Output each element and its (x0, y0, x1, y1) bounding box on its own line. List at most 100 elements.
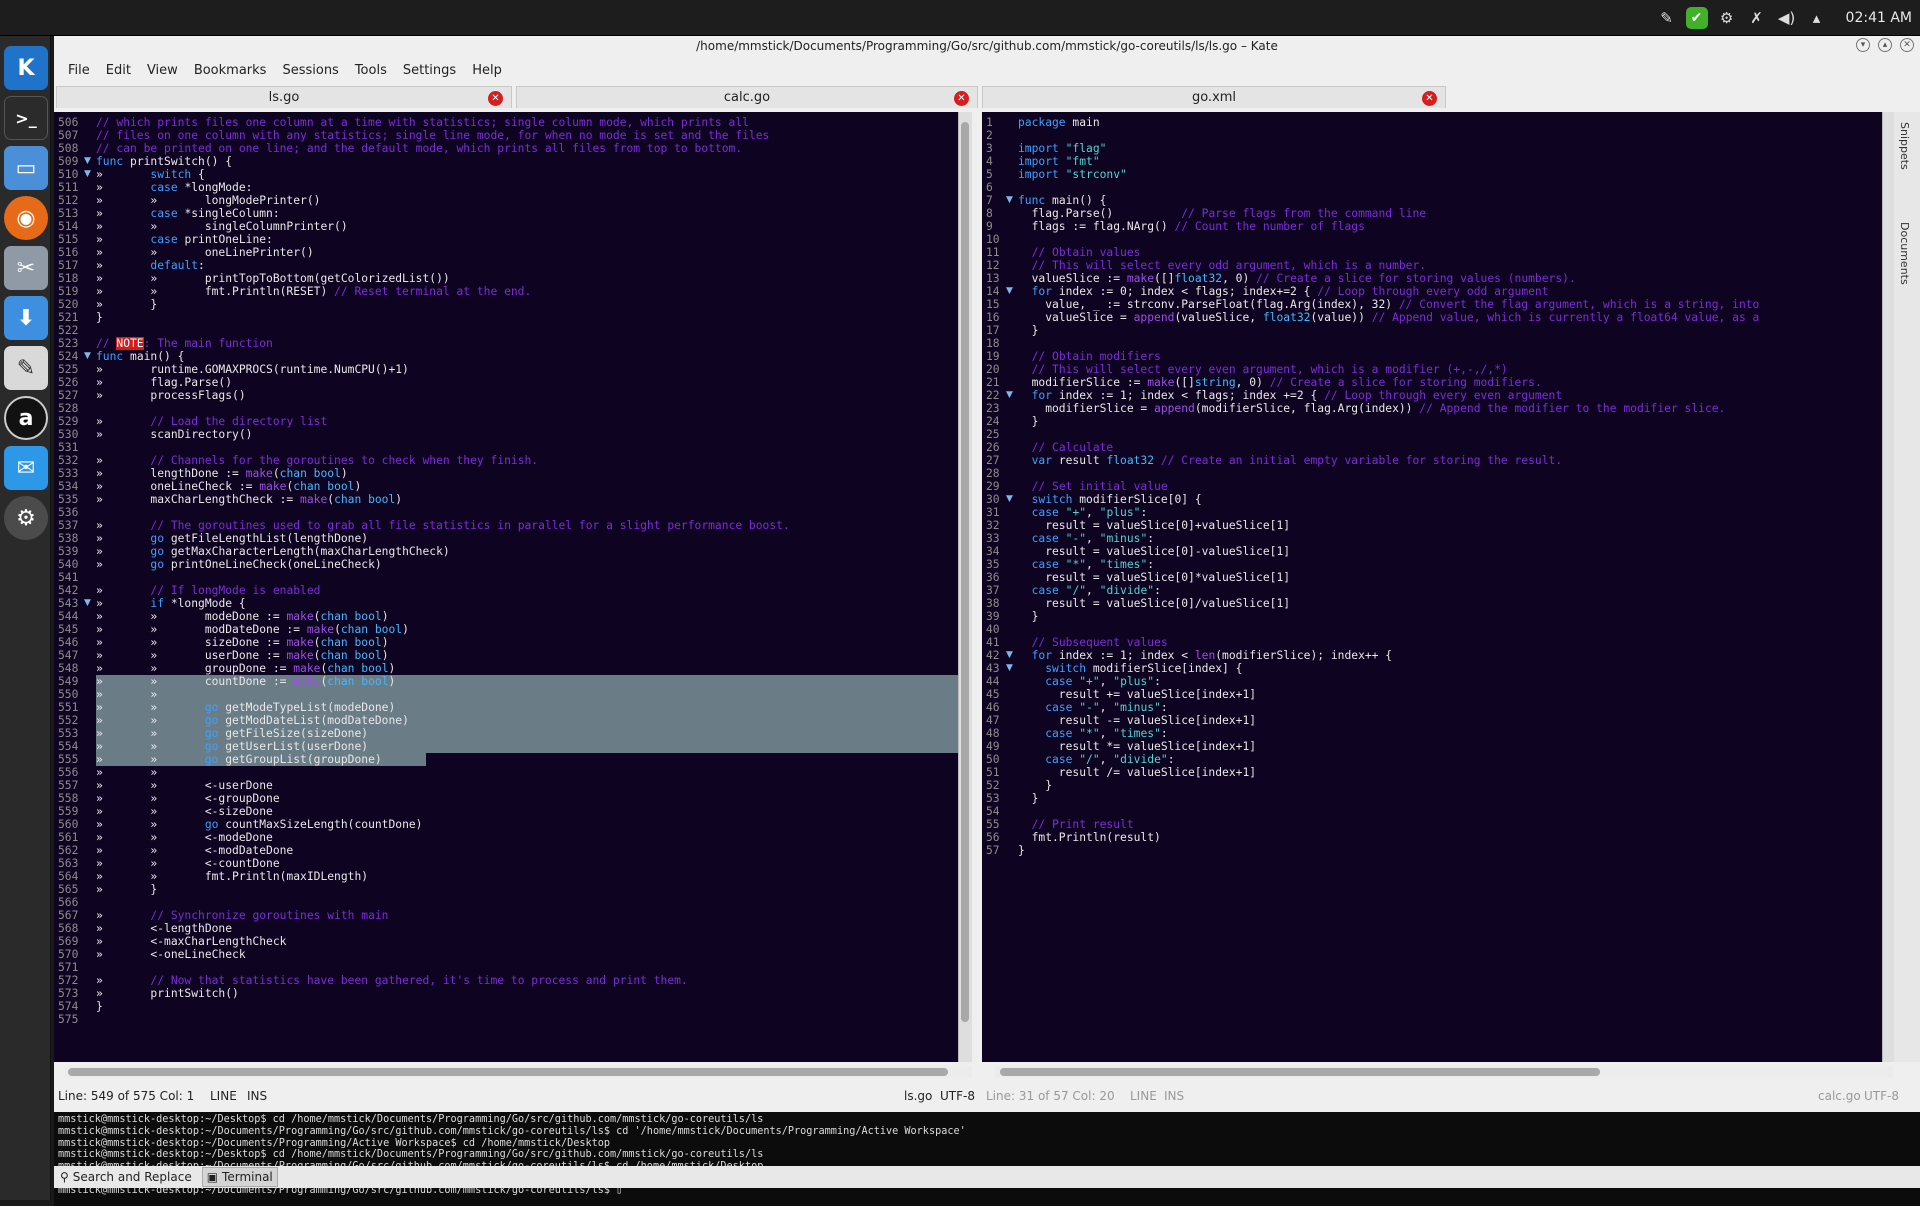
code-line[interactable]: » flag.Parse() (96, 376, 232, 389)
code-line[interactable]: switch modifierSlice[index] { (1018, 662, 1242, 675)
snippets-tab[interactable]: Snippets (1898, 122, 1911, 170)
left-horizontal-scrollbar[interactable] (64, 1066, 972, 1078)
code-line[interactable]: » » <-countDone (96, 857, 280, 870)
code-line[interactable]: » <-lengthDone (96, 922, 232, 935)
menu-edit[interactable]: Edit (98, 63, 139, 78)
code-line[interactable]: package main (1018, 116, 1100, 129)
firefox-icon[interactable]: ◉ (4, 196, 48, 240)
code-line[interactable]: valueSlice = append(valueSlice, float32(… (1018, 311, 1759, 324)
left-ins-mode[interactable]: INS (247, 1086, 267, 1106)
code-line[interactable]: for index := 1; index < flags; index +=2… (1018, 389, 1563, 402)
code-line[interactable]: // Obtain values (1018, 246, 1141, 259)
code-line[interactable]: » » printTopToBottom(getColorizedList()) (96, 272, 450, 285)
fold-arrow-icon[interactable]: ▼ (84, 155, 94, 168)
code-line[interactable]: » go getMaxCharacterLength(maxCharLength… (96, 545, 450, 558)
code-line[interactable]: » oneLineCheck := make(chan bool) (96, 480, 361, 493)
code-line[interactable]: // NOTE: The main function (96, 337, 273, 350)
menu-sessions[interactable]: Sessions (274, 63, 346, 78)
code-line[interactable]: // Obtain modifiers (1018, 350, 1161, 363)
code-line[interactable]: » » userDone := make(chan bool) (96, 649, 389, 662)
tools-icon[interactable]: ✂ (4, 246, 48, 290)
code-line[interactable]: case "/", "divide": (1018, 584, 1161, 597)
file-manager-icon[interactable]: ▭ (4, 146, 48, 190)
code-line[interactable]: » // The goroutines used to grab all fil… (96, 519, 790, 532)
tab-ls-go[interactable]: ls.go ✕ (56, 86, 512, 108)
code-line[interactable]: modifierSlice = append(modifierSlice, fl… (1018, 402, 1725, 415)
code-line[interactable]: result -= valueSlice[index+1] (1018, 714, 1256, 727)
code-line[interactable]: // can be printed on one line; and the d… (96, 142, 742, 155)
close-icon[interactable]: ✕ (1900, 38, 1914, 52)
code-line[interactable]: case "/", "divide": (1018, 753, 1174, 766)
minimize-icon[interactable]: ▾ (1856, 38, 1870, 52)
code-line[interactable]: modifierSlice := make([]string, 0) // Cr… (1018, 376, 1542, 389)
scroll-thumb[interactable] (68, 1068, 948, 1076)
tab-calc-go[interactable]: calc.go ✕ (516, 86, 978, 108)
code-line[interactable]: » » singleColumnPrinter() (96, 220, 348, 233)
code-line[interactable]: // Calculate (1018, 441, 1114, 454)
clock[interactable]: 02:41 AM (1846, 10, 1912, 26)
code-line[interactable]: » » <-userDone (96, 779, 273, 792)
code-line[interactable]: result = valueSlice[0]-valueSlice[1] (1018, 545, 1290, 558)
text-editor-icon[interactable]: ✎ (4, 346, 48, 390)
steam-icon[interactable]: ⚙ (4, 496, 48, 540)
code-line[interactable]: » » go countMaxSizeLength(countDone) (96, 818, 422, 831)
code-line[interactable]: import "flag" (1018, 142, 1106, 155)
code-line[interactable]: » » go getModeTypeList(modeDone) (96, 701, 395, 714)
code-line[interactable]: » » sizeDone := make(chan bool) (96, 636, 389, 649)
code-line[interactable]: » runtime.GOMAXPROCS(runtime.NumCPU()+1) (96, 363, 409, 376)
pen-icon[interactable]: ✎ (1656, 7, 1678, 29)
fold-arrow-icon[interactable]: ▼ (84, 597, 94, 610)
menu-tools[interactable]: Tools (347, 63, 395, 78)
fold-arrow-icon[interactable]: ▼ (1006, 389, 1016, 402)
code-line[interactable]: » » modDateDone := make(chan bool) (96, 623, 409, 636)
code-line[interactable]: » if *longMode { (96, 597, 246, 610)
left-encoding[interactable]: UTF-8 (940, 1086, 975, 1106)
code-line[interactable]: » » countDone := make(chan bool) (96, 675, 395, 688)
check-icon[interactable]: ✔ (1685, 7, 1708, 29)
close-tab-icon[interactable]: ✕ (1422, 91, 1437, 106)
code-line[interactable]: // files on one column with any statisti… (96, 129, 769, 142)
code-line[interactable]: » } (96, 883, 157, 896)
right-ins-mode[interactable]: INS (1164, 1086, 1184, 1106)
title-bar[interactable]: /home/mmstick/Documents/Programming/Go/s… (54, 36, 1920, 56)
scroll-thumb[interactable] (961, 122, 969, 1022)
code-line[interactable]: // Print result (1018, 818, 1134, 831)
documents-tab[interactable]: Documents (1898, 222, 1911, 285)
right-line-mode[interactable]: LINE (1130, 1086, 1157, 1106)
volume-icon[interactable]: ◀) (1776, 7, 1798, 29)
code-line[interactable]: » default: (96, 259, 205, 272)
code-line[interactable]: } (96, 1000, 103, 1013)
left-line-mode[interactable]: LINE (210, 1086, 237, 1106)
code-line[interactable]: case "+", "plus": (1018, 675, 1161, 688)
code-line[interactable]: // Subsequent values (1018, 636, 1168, 649)
code-line[interactable]: » case *singleColumn: (96, 207, 280, 220)
code-line[interactable]: func main() { (96, 350, 184, 363)
close-tab-icon[interactable]: ✕ (488, 91, 503, 106)
code-line[interactable]: case "*", "times": (1018, 727, 1167, 740)
fold-arrow-icon[interactable]: ▼ (1006, 662, 1016, 675)
arrow-icon[interactable]: ▴ (1806, 7, 1828, 29)
code-line[interactable]: » » (96, 688, 157, 701)
code-line[interactable]: result = valueSlice[0]/valueSlice[1] (1018, 597, 1290, 610)
code-line[interactable]: » // Load the directory list (96, 415, 327, 428)
code-line[interactable]: » » oneLinePrinter() (96, 246, 314, 259)
code-line[interactable]: result += valueSlice[index+1] (1018, 688, 1256, 701)
fold-arrow-icon[interactable]: ▼ (84, 350, 94, 363)
code-line[interactable]: fmt.Println(result) (1018, 831, 1161, 844)
code-line[interactable]: » » <-modDateDone (96, 844, 293, 857)
code-line[interactable]: flag.Parse() // Parse flags from the com… (1018, 207, 1427, 220)
code-line[interactable]: » » go getGroupList(groupDone) (96, 753, 382, 766)
code-line[interactable]: » <-maxCharLengthCheck (96, 935, 286, 948)
search-and-replace-tab[interactable]: ⚲ Search and Replace (56, 1168, 196, 1186)
code-line[interactable]: » » fmt.Println(RESET) // Reset terminal… (96, 285, 531, 298)
code-line[interactable]: » maxCharLengthCheck := make(chan bool) (96, 493, 402, 506)
code-line[interactable]: var result float32 // Create an initial … (1018, 454, 1563, 467)
code-line[interactable]: } (96, 311, 103, 324)
menu-settings[interactable]: Settings (395, 63, 464, 78)
code-line[interactable]: import "fmt" (1018, 155, 1100, 168)
code-line[interactable]: » » longModePrinter() (96, 194, 320, 207)
code-line[interactable]: } (1018, 415, 1039, 428)
code-line[interactable]: » » <-sizeDone (96, 805, 273, 818)
code-line[interactable]: for index := 1; index < len(modifierSlic… (1018, 649, 1392, 662)
code-line[interactable]: } (1018, 610, 1039, 623)
